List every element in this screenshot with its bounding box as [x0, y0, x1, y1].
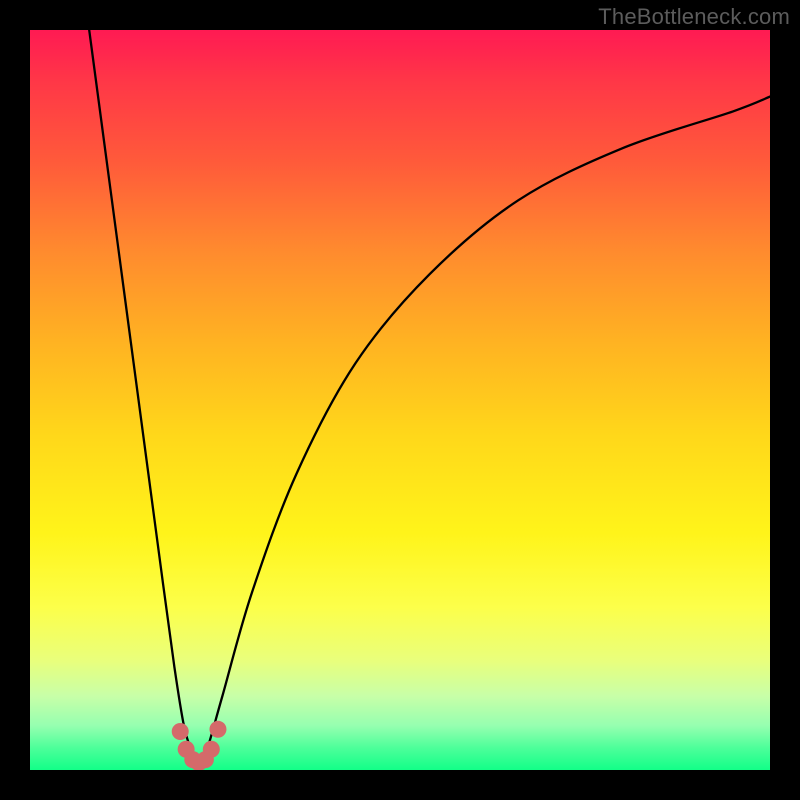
- valley-marker-dot: [209, 721, 226, 738]
- curves-svg: [30, 30, 770, 770]
- valley-markers: [172, 721, 227, 770]
- curve-left-branch: [89, 30, 199, 770]
- plot-area: [30, 30, 770, 770]
- attribution-text: TheBottleneck.com: [598, 4, 790, 30]
- curve-right-branch: [199, 97, 770, 770]
- valley-marker-dot: [172, 723, 189, 740]
- valley-marker-dot: [203, 741, 220, 758]
- chart-frame: TheBottleneck.com: [0, 0, 800, 800]
